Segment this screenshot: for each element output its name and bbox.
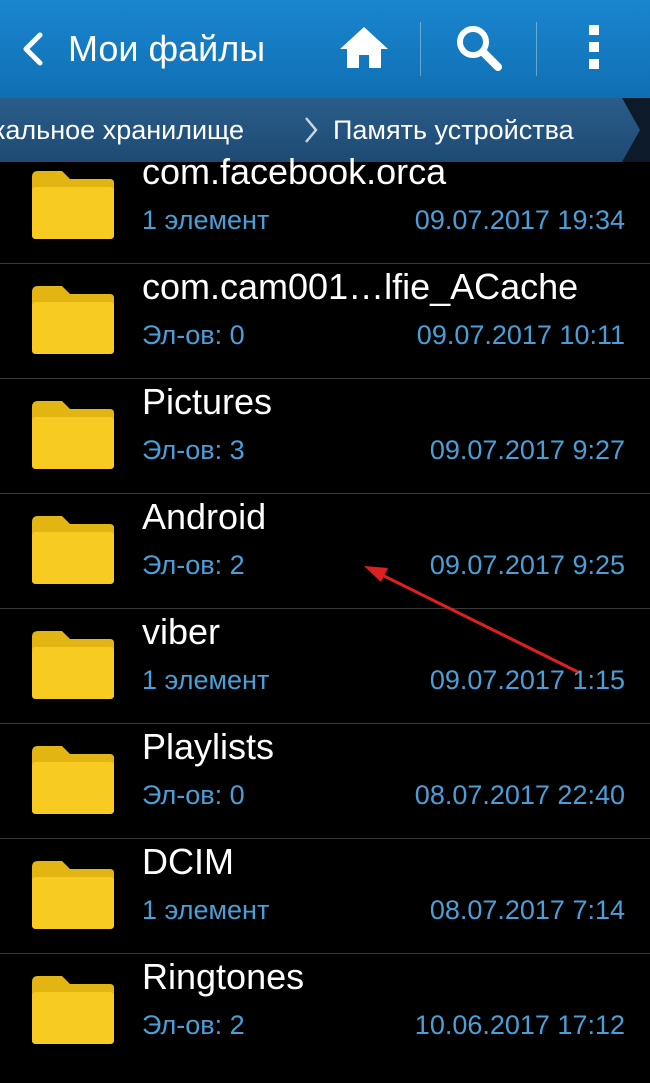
- file-item-count: Эл-ов: 2: [142, 1010, 245, 1040]
- home-icon: [338, 24, 390, 75]
- file-manager-screen: Мои файлы кальное хранилище Память устро…: [0, 0, 650, 1083]
- more-options-button[interactable]: [546, 0, 642, 98]
- file-date: 09.07.2017 10:11: [416, 320, 625, 350]
- file-list: com.facebook.orca 1 элемент 09.07.2017 1…: [0, 151, 650, 1083]
- file-date: 08.07.2017 7:14: [429, 895, 625, 925]
- file-date: 10.06.2017 17:12: [414, 1010, 625, 1040]
- folder-icon: [32, 861, 114, 929]
- folder-icon: [32, 976, 114, 1044]
- folder-icon: [32, 631, 114, 699]
- folder-icon: [32, 286, 114, 354]
- list-item[interactable]: com.facebook.orca 1 элемент 09.07.2017 1…: [0, 149, 650, 264]
- list-item[interactable]: Ringtones Эл-ов: 2 10.06.2017 17:12: [0, 954, 650, 1069]
- file-date: 09.07.2017 9:27: [429, 435, 625, 465]
- search-icon: [454, 23, 502, 76]
- file-item-count: Эл-ов: 2: [142, 550, 245, 580]
- file-name: Ringtones: [142, 956, 305, 997]
- action-bar-divider: [536, 22, 537, 76]
- folder-icon: [32, 516, 114, 584]
- home-button[interactable]: [318, 0, 410, 98]
- file-date: 09.07.2017 1:15: [429, 665, 625, 695]
- file-date: 09.07.2017 9:25: [429, 550, 625, 580]
- back-button[interactable]: Мои файлы: [0, 0, 310, 98]
- file-name: Android: [142, 496, 267, 537]
- folder-icon: [32, 746, 114, 814]
- file-item-count: 1 элемент: [142, 895, 270, 925]
- file-item-count: Эл-ов: 0: [142, 320, 245, 350]
- list-item[interactable]: DCIM 1 элемент 08.07.2017 7:14: [0, 839, 650, 954]
- file-date: 09.07.2017 19:34: [414, 205, 625, 235]
- app-title: Мои файлы: [68, 28, 266, 69]
- list-item[interactable]: viber 1 элемент 09.07.2017 1:15: [0, 609, 650, 724]
- list-item[interactable]: Pictures Эл-ов: 3 09.07.2017 9:27: [0, 379, 650, 494]
- action-bar-divider: [420, 22, 421, 76]
- more-vertical-icon: [587, 23, 601, 76]
- file-item-count: Эл-ов: 3: [142, 435, 245, 465]
- list-item[interactable]: Android Эл-ов: 2 09.07.2017 9:25: [0, 494, 650, 609]
- chevron-left-icon: [8, 0, 56, 98]
- search-button[interactable]: [432, 0, 524, 98]
- file-date: 08.07.2017 22:40: [414, 780, 625, 810]
- file-item-count: 1 элемент: [142, 205, 270, 235]
- file-name: com.cam001…lfie_ACache: [142, 266, 579, 307]
- folder-icon: [32, 401, 114, 469]
- file-name: Pictures: [142, 381, 273, 422]
- file-item-count: 1 элемент: [142, 665, 270, 695]
- file-item-count: Эл-ов: 0: [142, 780, 245, 810]
- list-item[interactable]: com.cam001…lfie_ACache Эл-ов: 0 09.07.20…: [0, 264, 650, 379]
- action-bar: Мои файлы: [0, 0, 650, 98]
- file-name: com.facebook.orca: [142, 151, 447, 192]
- file-name: Playlists: [142, 726, 275, 767]
- list-item[interactable]: Playlists Эл-ов: 0 08.07.2017 22:40: [0, 724, 650, 839]
- file-name: viber: [142, 611, 221, 652]
- file-name: DCIM: [142, 841, 234, 882]
- folder-icon: [32, 171, 114, 239]
